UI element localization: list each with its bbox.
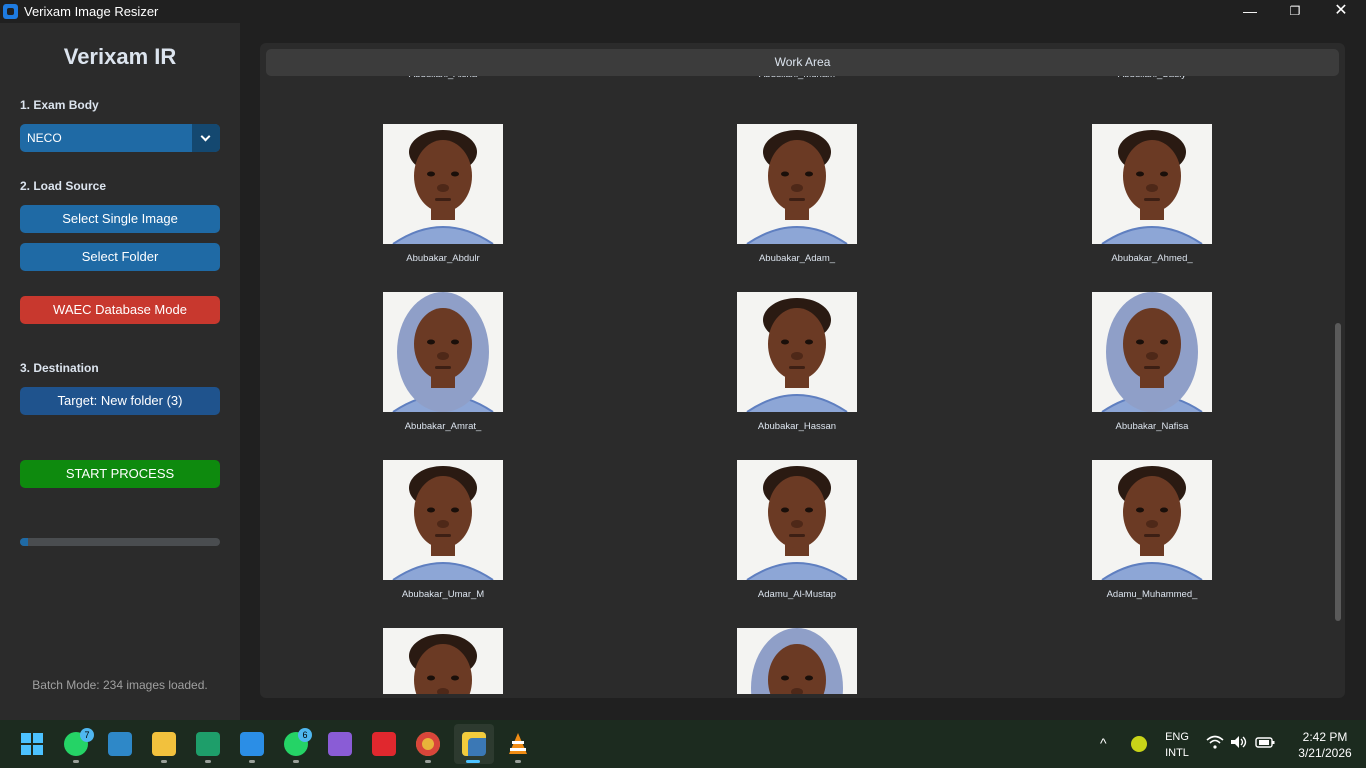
image-thumbnail-card[interactable]: Abubakar_Hassan — [707, 292, 887, 432]
image-label-partial: Abdullahi_Muham — [707, 76, 887, 80]
restore-button[interactable]: ❐ — [1272, 0, 1318, 23]
running-indicator — [161, 760, 167, 763]
language-bottom[interactable]: INTL — [1162, 747, 1192, 759]
active-indicator — [466, 760, 480, 763]
image-thumbnail-card[interactable]: Abubakar_Umar_M — [353, 460, 533, 600]
image-label: Abdullahi_Aisha — [353, 76, 533, 80]
running-indicator — [205, 760, 211, 763]
image-thumbnail-card[interactable] — [707, 628, 887, 694]
image-thumbnail-card[interactable] — [353, 628, 533, 694]
image-thumbnail-card[interactable]: Adamu_Al-Mustap — [707, 460, 887, 600]
image-grid[interactable]: Abdullahi_Aisha Abdullahi_Muham Abdullahi_… — [266, 76, 1339, 694]
scrollbar[interactable] — [1335, 323, 1341, 621]
image-label-partial: Abdullahi_Aisha — [353, 76, 533, 80]
image-label: Adamu_Muhammed_ — [1106, 589, 1198, 600]
image-thumbnail-card[interactable]: Abubakar_Nafisa — [1062, 292, 1242, 432]
image-thumbnail-card[interactable]: Abubakar_Ahmed_ — [1062, 124, 1242, 264]
progress-fill — [20, 538, 28, 546]
passport-photo[interactable] — [737, 460, 857, 580]
progress-bar — [20, 538, 220, 546]
clock-time[interactable]: 2:42 PM — [1290, 730, 1360, 744]
passport-photo[interactable] — [737, 292, 857, 412]
minimize-button[interactable]: — — [1227, 0, 1273, 23]
image-label: Abubakar_Umar_M — [401, 589, 485, 600]
volume-icon[interactable] — [1230, 735, 1248, 752]
start-process-button[interactable]: START PROCESS — [20, 460, 220, 488]
vscode-icon[interactable] — [240, 732, 264, 756]
whatsapp-badge-2: 6 — [298, 728, 312, 742]
running-indicator — [73, 760, 79, 763]
image-label: Abdullahi_Muham — [707, 76, 887, 80]
title-bar: Verixam Image Resizer — ❐ ✕ — [0, 0, 1366, 23]
wps-icon[interactable] — [372, 732, 396, 756]
exam-body-heading: 1. Exam Body — [20, 98, 99, 112]
work-area: Work Area Abdullahi_Aisha Abdullahi_Muham… — [260, 43, 1345, 698]
photos-icon[interactable] — [108, 732, 132, 756]
select-single-image-button[interactable]: Select Single Image — [20, 205, 220, 233]
waec-database-mode-button[interactable]: WAEC Database Mode — [20, 296, 220, 324]
chrome-icon[interactable] — [416, 732, 440, 756]
image-thumbnail-card[interactable]: Abubakar_Adam_ — [707, 124, 887, 264]
passport-photo[interactable] — [383, 124, 503, 244]
running-indicator — [293, 760, 299, 763]
whatsapp-badge: 7 — [80, 728, 94, 742]
passport-photo[interactable] — [737, 628, 857, 694]
image-label: Abubakar_Adam_ — [758, 253, 836, 264]
battery-icon[interactable] — [1255, 735, 1275, 752]
window-title: Verixam Image Resizer — [24, 4, 159, 19]
app-logo-icon — [3, 4, 18, 19]
language-top[interactable]: ENG — [1162, 731, 1192, 743]
visual-studio-icon[interactable] — [328, 732, 352, 756]
image-label: Abubakar_Ahmed_ — [1111, 253, 1193, 264]
brand-title: Verixam IR — [63, 44, 177, 69]
running-indicator — [425, 760, 431, 763]
python-icon[interactable] — [462, 732, 486, 756]
image-label: Adamu_Al-Mustap — [757, 589, 837, 600]
image-label: Abubakar_Nafisa — [1115, 421, 1189, 432]
destination-heading: 3. Destination — [20, 361, 99, 375]
status-text: Batch Mode: 234 images loaded. — [32, 678, 208, 692]
close-button[interactable]: ✕ — [1318, 0, 1364, 23]
vlc-icon[interactable] — [506, 732, 530, 756]
wifi-icon[interactable] — [1206, 735, 1224, 752]
taskbar: 7 6 ^ ENG INTL 2:42 PM 3/21/2026 — [0, 720, 1366, 768]
clock-date[interactable]: 3/21/2026 — [1290, 746, 1360, 760]
passport-photo[interactable] — [1092, 124, 1212, 244]
image-label-partial: Abdullahi_Sadiy — [1062, 76, 1242, 80]
passport-photo[interactable] — [383, 460, 503, 580]
sidebar: Verixam IR 1. Exam Body NECO 2. Load Sou… — [0, 23, 240, 720]
passport-photo[interactable] — [1092, 460, 1212, 580]
work-area-header: Work Area — [266, 49, 1339, 76]
running-indicator — [515, 760, 521, 763]
image-label: Abubakar_Amrat_ — [404, 421, 482, 432]
image-label: Abubakar_Abdulr — [406, 253, 480, 264]
windows-start-icon[interactable] — [20, 732, 44, 756]
chevron-up-icon[interactable]: ^ — [1100, 735, 1107, 751]
target-folder-button[interactable]: Target: New folder (3) — [20, 387, 220, 415]
passport-photo[interactable] — [383, 628, 503, 694]
passport-photo[interactable] — [737, 124, 857, 244]
image-thumbnail-card[interactable]: Adamu_Muhammed_ — [1062, 460, 1242, 600]
load-source-heading: 2. Load Source — [20, 179, 107, 193]
exam-body-value: NECO — [27, 131, 62, 145]
image-thumbnail-card[interactable]: Abubakar_Amrat_ — [353, 292, 533, 432]
excel-like-icon[interactable] — [196, 732, 220, 756]
chevron-down-icon[interactable] — [192, 124, 220, 152]
passport-photo[interactable] — [1092, 292, 1212, 412]
exam-body-dropdown[interactable]: NECO — [20, 124, 220, 152]
running-indicator — [249, 760, 255, 763]
select-folder-button[interactable]: Select Folder — [20, 243, 220, 271]
tray-app-icon[interactable] — [1131, 736, 1147, 752]
image-label: Abubakar_Hassan — [757, 421, 837, 432]
passport-photo[interactable] — [383, 292, 503, 412]
file-explorer-icon[interactable] — [152, 732, 176, 756]
image-label: Abdullahi_Sadiy — [1062, 76, 1242, 80]
image-thumbnail-card[interactable]: Abubakar_Abdulr — [353, 124, 533, 264]
